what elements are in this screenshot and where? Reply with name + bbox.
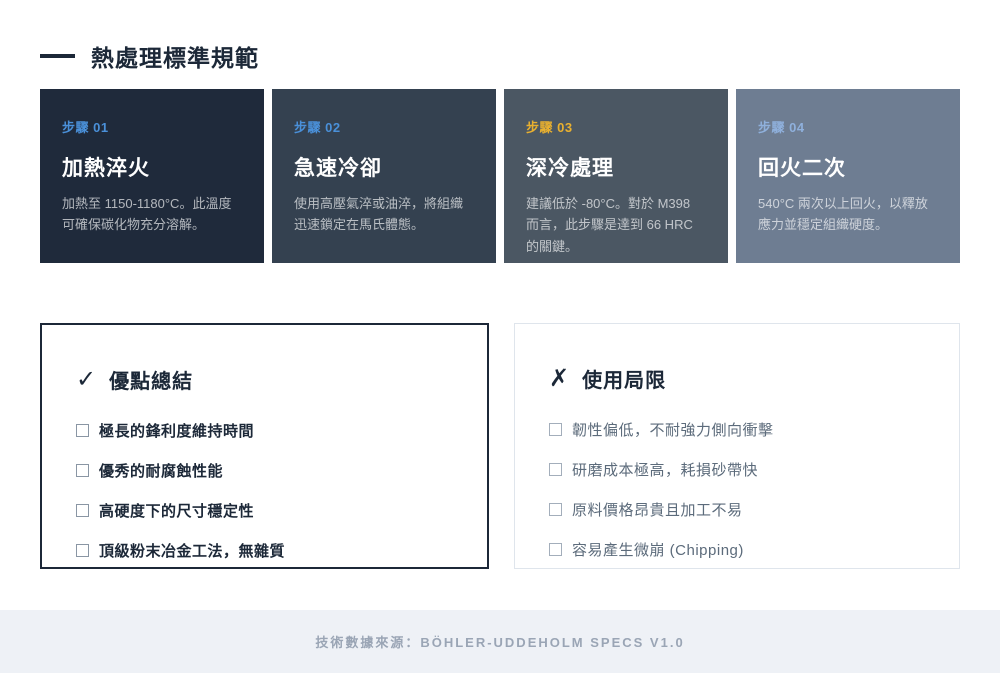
step-number-label: 步驟 04 <box>758 117 938 136</box>
summary-panels-row: ✓ 優點總結 極長的鋒利度維持時間 優秀的耐腐蝕性能 高硬度下的尺寸穩定性 <box>40 323 960 569</box>
x-mark-icon: ✗ <box>549 367 569 391</box>
checkbox-icon <box>76 464 89 477</box>
list-item-label: 優秀的耐腐蝕性能 <box>99 460 223 481</box>
list-item-label: 容易產生微崩 (Chipping) <box>572 539 744 560</box>
list-item: 原料價格昂貴且加工不易 <box>549 499 925 520</box>
checkbox-icon <box>76 424 89 437</box>
step-title: 急速冷卻 <box>294 152 474 182</box>
step-number-label: 步驟 02 <box>294 117 474 136</box>
advantages-panel: ✓ 優點總結 極長的鋒利度維持時間 優秀的耐腐蝕性能 高硬度下的尺寸穩定性 <box>40 323 489 569</box>
process-steps-row: 步驟 01 加熱淬火 加熱至 1150-1180°C。此溫度可確保碳化物充分溶解… <box>40 89 960 263</box>
page-title: 熱處理標準規範 <box>91 39 259 73</box>
step-description: 建議低於 -80°C。對於 M398 而言，此步驟是達到 66 HRC 的關鍵。 <box>526 193 706 257</box>
list-item-label: 高硬度下的尺寸穩定性 <box>99 500 254 521</box>
list-item: 容易產生微崩 (Chipping) <box>549 539 925 560</box>
checkbox-icon <box>549 543 562 556</box>
limitations-list: 韌性偏低，不耐強力側向衝擊 研磨成本極高，耗損砂帶快 原料價格昂貴且加工不易 容… <box>549 419 925 560</box>
step-card-3: 步驟 03 深冷處理 建議低於 -80°C。對於 M398 而言，此步驟是達到 … <box>504 89 728 263</box>
title-dash <box>40 54 75 58</box>
list-item-label: 極長的鋒利度維持時間 <box>99 420 254 441</box>
list-item-label: 原料價格昂貴且加工不易 <box>572 499 743 520</box>
limitations-panel: ✗ 使用局限 韌性偏低，不耐強力側向衝擊 研磨成本極高，耗損砂帶快 原料價格昂貴… <box>514 323 960 569</box>
limitations-header: ✗ 使用局限 <box>549 364 925 393</box>
step-number-label: 步驟 01 <box>62 117 242 136</box>
checkbox-icon <box>76 504 89 517</box>
checkbox-icon <box>76 544 89 557</box>
list-item: 頂級粉末冶金工法，無雜質 <box>76 540 453 561</box>
list-item: 極長的鋒利度維持時間 <box>76 420 453 441</box>
step-description: 540°C 兩次以上回火，以釋放應力並穩定組織硬度。 <box>758 193 938 236</box>
step-card-2: 步驟 02 急速冷卻 使用高壓氣淬或油淬，將組織迅速鎖定在馬氏體態。 <box>272 89 496 263</box>
advantages-header: ✓ 優點總結 <box>76 365 453 394</box>
limitations-title: 使用局限 <box>582 364 666 393</box>
advantages-list: 極長的鋒利度維持時間 優秀的耐腐蝕性能 高硬度下的尺寸穩定性 頂級粉末冶金工法，… <box>76 420 453 561</box>
step-title: 回火二次 <box>758 152 938 182</box>
checkbox-icon <box>549 503 562 516</box>
step-title: 深冷處理 <box>526 152 706 182</box>
list-item-label: 韌性偏低，不耐強力側向衝擊 <box>572 419 774 440</box>
checkbox-icon <box>549 423 562 436</box>
page-footer: 技術數據來源：BÖHLER-UDDEHOLM SPECS V1.0 <box>0 610 1000 673</box>
list-item: 研磨成本極高，耗損砂帶快 <box>549 459 925 480</box>
checkmark-icon: ✓ <box>76 368 96 392</box>
list-item-label: 研磨成本極高，耗損砂帶快 <box>572 459 758 480</box>
footer-source-text: 技術數據來源：BÖHLER-UDDEHOLM SPECS V1.0 <box>315 632 684 651</box>
list-item-label: 頂級粉末冶金工法，無雜質 <box>99 540 285 561</box>
list-item: 高硬度下的尺寸穩定性 <box>76 500 453 521</box>
step-card-4: 步驟 04 回火二次 540°C 兩次以上回火，以釋放應力並穩定組織硬度。 <box>736 89 960 263</box>
step-number-label: 步驟 03 <box>526 117 706 136</box>
list-item: 優秀的耐腐蝕性能 <box>76 460 453 481</box>
heat-treatment-spec-page: 熱處理標準規範 步驟 01 加熱淬火 加熱至 1150-1180°C。此溫度可確… <box>0 0 1000 673</box>
page-content: 熱處理標準規範 步驟 01 加熱淬火 加熱至 1150-1180°C。此溫度可確… <box>0 0 1000 569</box>
step-description: 加熱至 1150-1180°C。此溫度可確保碳化物充分溶解。 <box>62 193 242 236</box>
checkbox-icon <box>549 463 562 476</box>
advantages-title: 優點總結 <box>109 365 193 394</box>
step-card-1: 步驟 01 加熱淬火 加熱至 1150-1180°C。此溫度可確保碳化物充分溶解… <box>40 89 264 263</box>
list-item: 韌性偏低，不耐強力側向衝擊 <box>549 419 925 440</box>
page-header: 熱處理標準規範 <box>40 40 960 72</box>
step-description: 使用高壓氣淬或油淬，將組織迅速鎖定在馬氏體態。 <box>294 193 474 236</box>
step-title: 加熱淬火 <box>62 152 242 182</box>
